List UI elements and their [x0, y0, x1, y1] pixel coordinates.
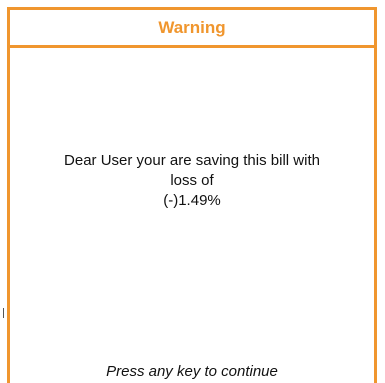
- dialog-title: Warning: [10, 10, 374, 48]
- left-edge-mark: [3, 308, 4, 318]
- message-line-2: loss of: [170, 172, 214, 189]
- message-line-1: Dear User your are saving this bill with: [64, 152, 320, 169]
- continue-hint: Press any key to continue: [106, 363, 278, 380]
- loss-value: (-)1.49%: [163, 192, 221, 209]
- page: Warning Dear User your are saving this b…: [0, 0, 385, 383]
- warning-dialog: Warning Dear User your are saving this b…: [7, 7, 377, 383]
- dialog-message: Dear User your are saving this bill with…: [20, 151, 364, 211]
